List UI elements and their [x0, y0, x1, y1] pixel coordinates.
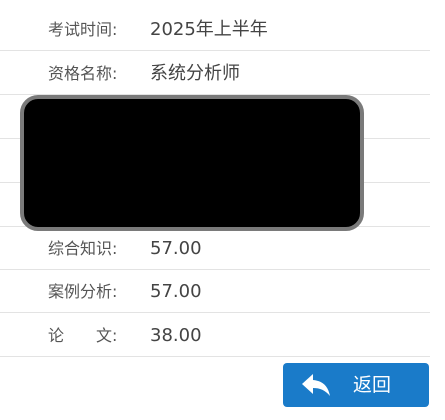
exam-time-label: 考试时间:: [48, 20, 118, 39]
case-analysis-score: 57.00: [150, 281, 202, 302]
comprehensive-knowledge-row: 综合知识: 57.00: [0, 227, 430, 270]
case-analysis-row: 案例分析: 57.00: [0, 270, 430, 313]
reply-arrow-icon: [301, 373, 331, 397]
exam-time-row: 考试时间: 2025年上半年: [0, 8, 430, 51]
qualification-row: 资格名称: 系统分析师: [0, 52, 430, 95]
essay-row: 论 文: 38.00: [0, 314, 430, 357]
exam-time-value: 2025年上半年: [150, 19, 268, 40]
case-analysis-label: 案例分析:: [48, 282, 118, 301]
comprehensive-knowledge-score: 57.00: [150, 238, 202, 259]
back-button-label: 返回: [353, 374, 392, 396]
comprehensive-knowledge-label: 综合知识:: [48, 239, 118, 258]
qualification-label: 资格名称:: [48, 64, 118, 83]
essay-label: 论 文:: [48, 326, 118, 345]
back-button[interactable]: 返回: [283, 363, 429, 407]
redaction-box: [20, 95, 364, 231]
essay-score: 38.00: [150, 325, 202, 346]
qualification-value: 系统分析师: [150, 63, 240, 84]
